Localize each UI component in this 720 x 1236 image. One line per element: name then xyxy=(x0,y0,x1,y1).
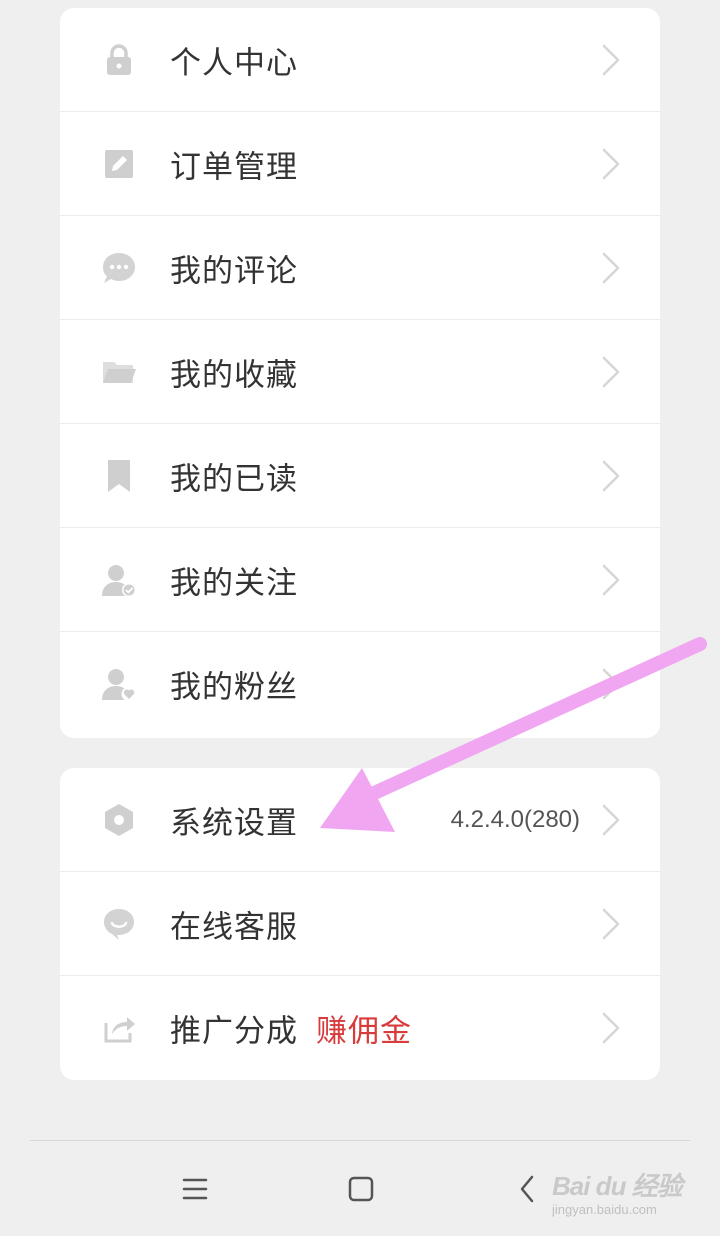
menu-item-online-support[interactable]: 在线客服 xyxy=(60,872,660,976)
lock-icon xyxy=(100,41,138,79)
comment-bubble-icon xyxy=(100,249,138,287)
menu-item-label: 我的收藏 xyxy=(170,357,298,393)
menu-item-my-comments[interactable]: 我的评论 xyxy=(60,216,660,320)
menu-item-order-management[interactable]: 订单管理 xyxy=(60,112,660,216)
menu-item-my-favorites[interactable]: 我的收藏 xyxy=(60,320,660,424)
chevron-right-icon xyxy=(600,459,622,493)
chevron-right-icon xyxy=(600,147,622,181)
chevron-right-icon xyxy=(600,667,622,701)
edit-icon xyxy=(100,145,138,183)
watermark-logo-text: Bai du 经验 xyxy=(552,1171,683,1201)
baidu-jingyan-watermark: Bai du 经验 jingyan.baidu.com xyxy=(548,1158,688,1222)
menu-item-personal-center[interactable]: 个人中心 xyxy=(60,8,660,112)
menu-item-my-fans[interactable]: 我的粉丝 xyxy=(60,632,660,736)
menu-icon[interactable] xyxy=(173,1167,217,1211)
share-icon xyxy=(100,1009,138,1047)
user-heart-icon xyxy=(100,665,138,703)
hexagon-settings-icon xyxy=(100,801,138,839)
earn-commission-tag: 赚佣金 xyxy=(316,1013,412,1050)
chevron-right-icon xyxy=(600,803,622,837)
chevron-right-icon xyxy=(600,1011,622,1045)
menu-item-my-read[interactable]: 我的已读 xyxy=(60,424,660,528)
version-number: 4.2.4.0(280) xyxy=(450,805,580,833)
menu-item-label: 系统设置 xyxy=(170,805,298,841)
menu-card-secondary: 系统设置 4.2.4.0(280) 在线客服 推广分成 赚佣金 xyxy=(60,768,660,1080)
home-square-icon[interactable] xyxy=(339,1167,383,1211)
menu-item-my-following[interactable]: 我的关注 xyxy=(60,528,660,632)
chevron-right-icon xyxy=(600,907,622,941)
menu-item-label: 个人中心 xyxy=(170,45,298,81)
back-chevron-icon[interactable] xyxy=(506,1167,550,1211)
chevron-right-icon xyxy=(600,43,622,77)
menu-item-label: 我的关注 xyxy=(170,565,298,601)
menu-item-label: 在线客服 xyxy=(170,909,298,945)
menu-item-label: 订单管理 xyxy=(170,149,298,185)
chevron-right-icon xyxy=(600,563,622,597)
chat-smile-icon xyxy=(100,905,138,943)
chevron-right-icon xyxy=(600,355,622,389)
menu-item-label: 我的粉丝 xyxy=(170,669,298,706)
menu-card-primary: 个人中心 订单管理 我的评论 我的收藏 我的已读 我的关注 我的粉丝 xyxy=(60,8,660,738)
menu-item-system-settings[interactable]: 系统设置 4.2.4.0(280) xyxy=(60,768,660,872)
watermark-url: jingyan.baidu.com xyxy=(552,1202,657,1217)
user-check-icon xyxy=(100,561,138,599)
menu-item-promotion-share[interactable]: 推广分成 赚佣金 xyxy=(60,976,660,1080)
chevron-right-icon xyxy=(600,251,622,285)
bookmark-icon xyxy=(100,457,138,495)
menu-item-label: 我的评论 xyxy=(170,253,298,289)
folder-icon xyxy=(100,353,138,391)
menu-item-label: 我的已读 xyxy=(170,461,298,497)
menu-item-label: 推广分成 赚佣金 xyxy=(170,1006,412,1051)
menu-item-label-text: 推广分成 xyxy=(170,1013,298,1050)
